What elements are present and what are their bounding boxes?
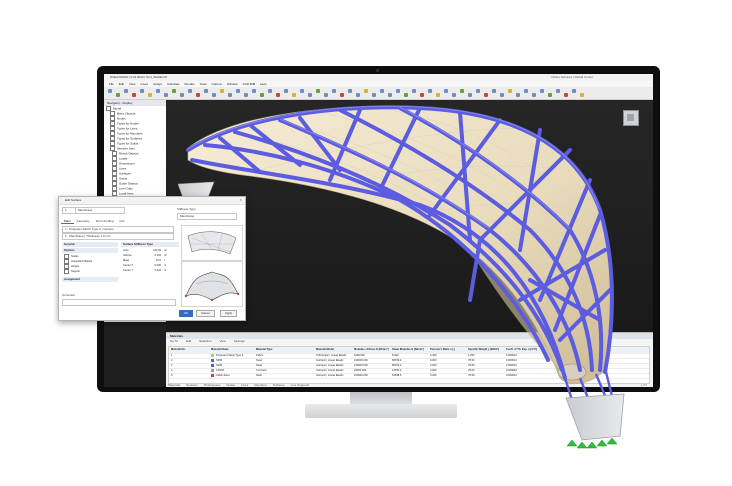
option-row[interactable]: Nodes bbox=[64, 254, 79, 259]
option-label: Support bbox=[71, 270, 81, 274]
info-value: 162.93 bbox=[153, 249, 161, 252]
option-label: Hinges bbox=[71, 265, 80, 269]
info-row: Mass 0.21 t bbox=[123, 259, 165, 263]
section-general: General bbox=[62, 242, 118, 247]
right-support-pedestal bbox=[565, 393, 625, 441]
option-checkbox[interactable] bbox=[64, 269, 69, 274]
tab-geometry[interactable]: Geometry bbox=[74, 219, 93, 223]
info-label: Volume bbox=[123, 254, 132, 257]
info-row: Center X 0.000 m bbox=[123, 264, 166, 268]
tab-main[interactable]: Main bbox=[61, 219, 74, 224]
surface-number-field[interactable]: 1 bbox=[62, 207, 76, 214]
info-unit: m bbox=[164, 269, 167, 272]
option-label: Integrated Objects bbox=[71, 260, 93, 264]
section-options: Options bbox=[62, 248, 118, 253]
info-unit: m bbox=[164, 264, 167, 267]
info-label: Center Y bbox=[123, 269, 134, 272]
tab-info[interactable]: Info bbox=[117, 219, 128, 223]
info-unit: m² bbox=[164, 249, 168, 252]
ok-button[interactable]: OK bbox=[179, 310, 194, 317]
info-value: 5.134 bbox=[154, 269, 162, 272]
option-row[interactable]: Integrated Objects bbox=[64, 259, 93, 264]
dialog-tabs: Main Geometry Form-Finding Info bbox=[61, 219, 128, 224]
material-select[interactable]: 1 - Polyester Fabric Type II | Generic bbox=[62, 226, 174, 233]
apply-button[interactable]: Apply bbox=[220, 310, 237, 317]
stiffness-type-label: Stiffness Type bbox=[177, 207, 196, 211]
cancel-button[interactable]: Cancel bbox=[196, 310, 215, 317]
option-label: Nodes bbox=[71, 255, 79, 259]
dialog-title: Edit Surface bbox=[59, 197, 245, 205]
info-row: Volume 0.163 m³ bbox=[123, 254, 167, 258]
info-label: Area bbox=[123, 249, 129, 252]
option-row[interactable]: Support bbox=[64, 269, 81, 274]
surface-name-field[interactable]: Membrane bbox=[75, 207, 125, 214]
comment-field[interactable] bbox=[62, 299, 176, 306]
support-nodes bbox=[566, 437, 618, 449]
info-label: Center X bbox=[123, 264, 134, 267]
info-row: Area 162.93 m² bbox=[123, 249, 167, 253]
surface-preview-top bbox=[181, 225, 243, 261]
info-title: Surface Stiffness Type bbox=[121, 242, 179, 247]
tab-form-finding[interactable]: Form-Finding bbox=[93, 219, 117, 223]
info-value: 0.163 bbox=[154, 254, 162, 257]
option-row[interactable]: Hinges bbox=[64, 264, 80, 269]
info-value: 0.21 bbox=[155, 259, 161, 262]
thickness-select[interactable]: 1 - Membrane | Thickness 1.0 mm bbox=[62, 233, 174, 240]
info-value: 0.000 bbox=[154, 264, 162, 267]
info-unit: t bbox=[164, 259, 165, 262]
info-unit: m³ bbox=[164, 254, 168, 257]
section-assignment: Assignment bbox=[62, 277, 118, 282]
close-icon[interactable]: × bbox=[240, 197, 242, 202]
info-row: Center Y 5.134 m bbox=[123, 269, 166, 273]
info-label: Mass bbox=[123, 259, 130, 262]
edit-surface-dialog: Edit Surface × 1 Membrane Stiffness Type… bbox=[58, 196, 246, 321]
surface-preview-bottom bbox=[181, 261, 243, 307]
stiffness-type-select[interactable]: Membrane bbox=[177, 213, 237, 220]
comment-label: Comment bbox=[62, 293, 76, 297]
